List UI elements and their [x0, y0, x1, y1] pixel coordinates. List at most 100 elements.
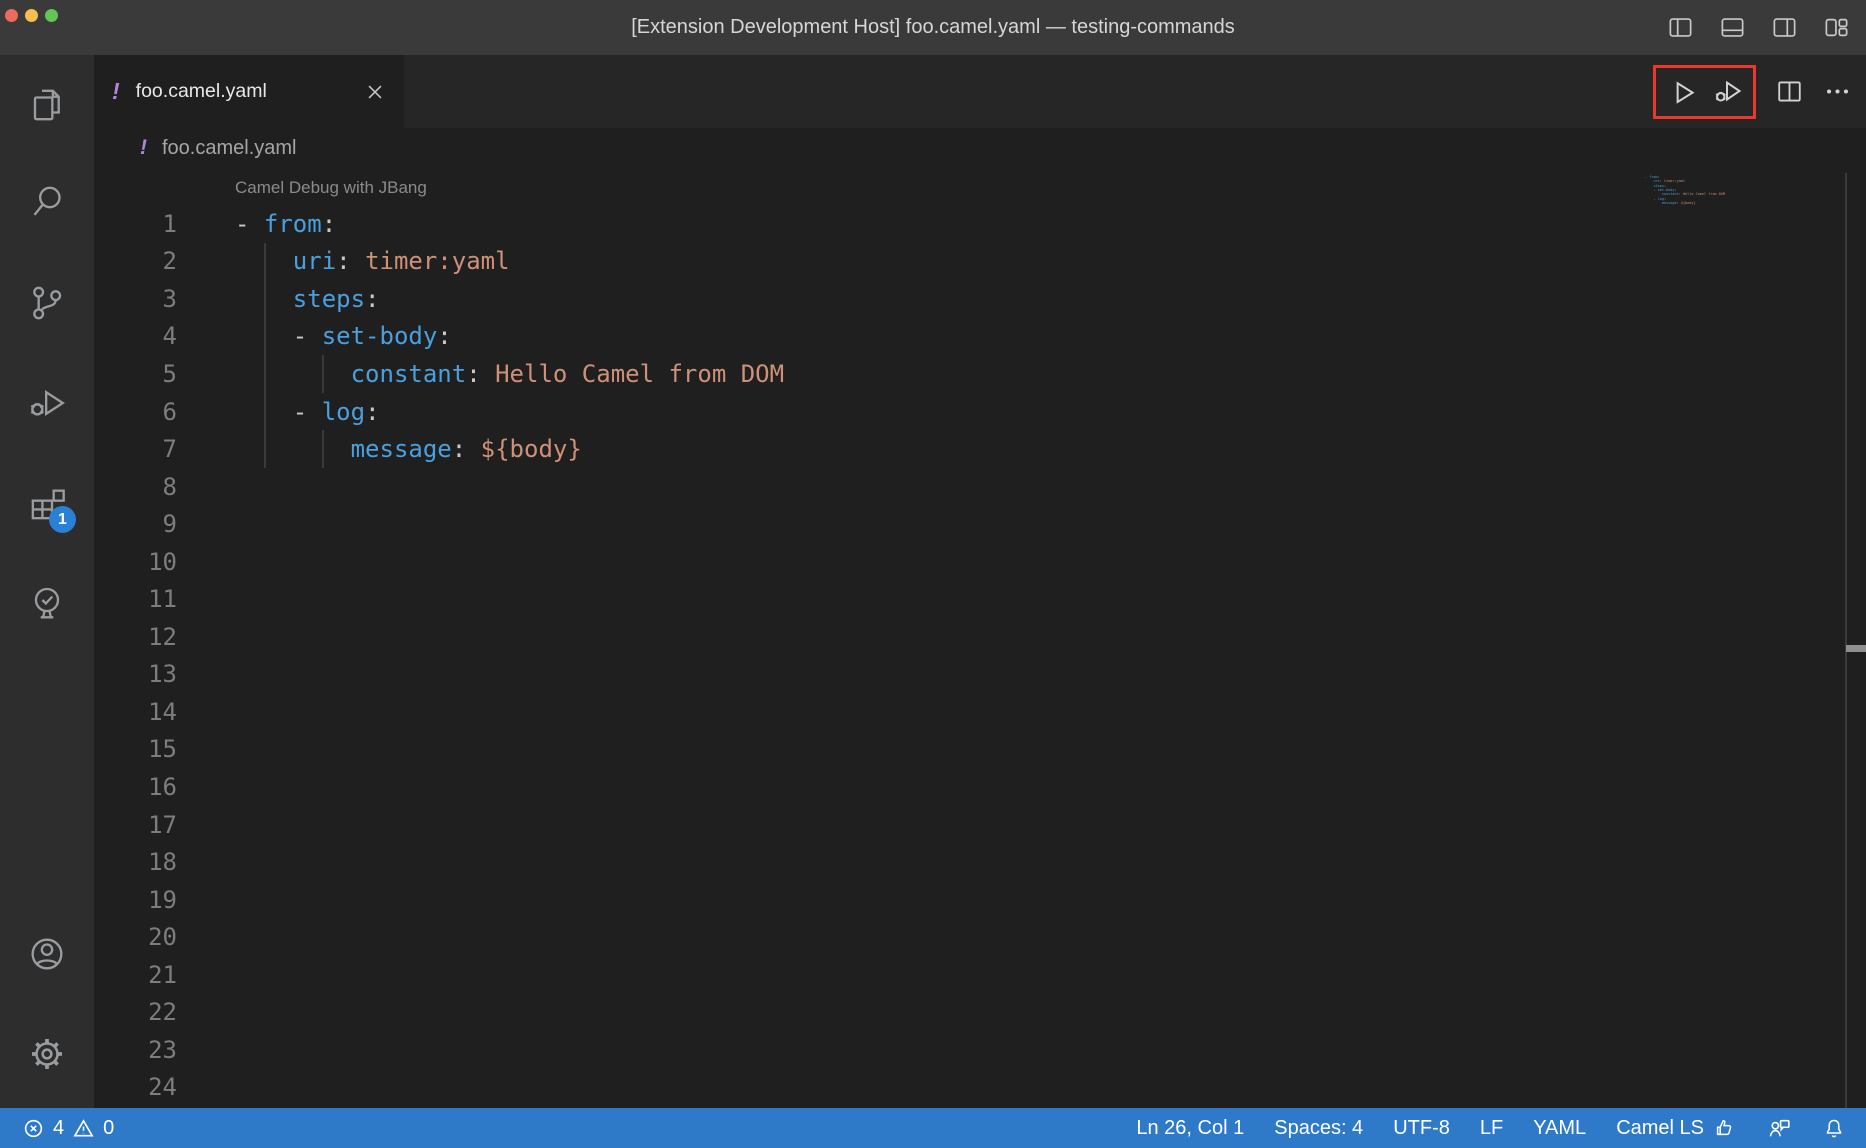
activity-bar: 1	[0, 55, 94, 1108]
language-mode[interactable]: YAML	[1518, 1117, 1601, 1140]
breadcrumb-file[interactable]: foo.camel.yaml	[162, 137, 297, 160]
line-number: 11	[94, 585, 177, 613]
feedback-item[interactable]	[1752, 1116, 1807, 1141]
code-line-10[interactable]: 10	[94, 543, 1836, 581]
code-line-1[interactable]: 1- from:	[94, 205, 1836, 243]
split-editor-button[interactable]	[1775, 77, 1804, 106]
code-line-9[interactable]: 9	[94, 505, 1836, 543]
code-line-23[interactable]: 23	[94, 1031, 1836, 1069]
line-number: 8	[94, 473, 177, 501]
cursor-position[interactable]: Ln 26, Col 1	[1121, 1117, 1259, 1140]
indentation[interactable]: Spaces: 4	[1259, 1117, 1378, 1140]
tab-bar: ! foo.camel.yaml	[94, 55, 1866, 128]
code-line-2[interactable]: 2 uri: timer:yaml	[94, 243, 1836, 281]
debug-run-icon	[1712, 77, 1742, 107]
debug-run-button[interactable]	[1712, 77, 1742, 107]
notifications-item[interactable]	[1807, 1116, 1852, 1140]
line-number: 16	[94, 773, 177, 801]
thumbs-up-icon	[1713, 1116, 1737, 1140]
line-number: 12	[94, 623, 177, 651]
minimap-code[interactable]: - from: uri: timer:yaml steps: - set-bod…	[1645, 175, 1835, 295]
line-number: 19	[94, 886, 177, 914]
code-line-11[interactable]: 11	[94, 580, 1836, 618]
code-line-24[interactable]: 24	[94, 1069, 1836, 1107]
warning-count: 0	[103, 1117, 114, 1140]
line-number: 10	[94, 548, 177, 576]
line-number: 4	[94, 322, 177, 350]
toggle-panel-icon[interactable]	[1719, 14, 1746, 41]
sidebar-item-settings[interactable]	[27, 1034, 67, 1074]
overview-ruler-cursor-mark	[1846, 645, 1866, 652]
window: { "window": { "title": "[Extension Devel…	[0, 0, 1866, 1148]
error-count: 4	[53, 1117, 64, 1140]
editor-actions	[1653, 55, 1852, 128]
line-number: 18	[94, 848, 177, 876]
warning-icon	[72, 1117, 95, 1140]
code-line-21[interactable]: 21	[94, 956, 1836, 994]
indent-guide	[322, 355, 324, 393]
files-icon	[27, 85, 67, 125]
tree-check-icon	[27, 583, 67, 623]
code-line-20[interactable]: 20	[94, 918, 1836, 956]
more-actions-icon	[1823, 77, 1852, 106]
encoding[interactable]: UTF-8	[1378, 1117, 1465, 1140]
run-button[interactable]	[1667, 77, 1697, 107]
account-icon	[27, 934, 67, 974]
status-bar: 4 0 Ln 26, Col 1 Spaces: 4 UTF-8 LF YAML…	[0, 1108, 1866, 1148]
code-line-3[interactable]: 3 steps:	[94, 280, 1836, 318]
breadcrumb[interactable]: ! foo.camel.yaml	[94, 128, 297, 168]
problems-indicator[interactable]: 4 0	[22, 1117, 114, 1140]
sidebar-item-explorer[interactable]	[27, 85, 67, 125]
code-line-16[interactable]: 16	[94, 768, 1836, 806]
gear-icon	[27, 1034, 67, 1074]
sidebar-item-source-control[interactable]	[27, 283, 67, 323]
bell-icon	[1822, 1116, 1846, 1140]
sidebar-item-camel-tests[interactable]	[27, 583, 67, 623]
camel-ls-status[interactable]: Camel LS	[1601, 1116, 1752, 1140]
code-line-12[interactable]: 12	[94, 618, 1836, 656]
codelens-camel-debug[interactable]: Camel Debug with JBang	[235, 174, 427, 202]
line-number: 14	[94, 698, 177, 726]
code-line-13[interactable]: 13	[94, 656, 1836, 694]
code-line-17[interactable]: 17	[94, 806, 1836, 844]
line-number: 24	[94, 1073, 177, 1101]
code-line-19[interactable]: 19	[94, 881, 1836, 919]
code-line-6[interactable]: 6 - log:	[94, 393, 1836, 431]
code-line-18[interactable]: 18	[94, 843, 1836, 881]
yaml-file-icon: !	[112, 78, 120, 105]
line-number: 15	[94, 735, 177, 763]
customize-layout-icon[interactable]	[1823, 14, 1850, 41]
code-line-5[interactable]: 5 constant: Hello Camel from DOM	[94, 355, 1836, 393]
code-line-8[interactable]: 8	[94, 468, 1836, 506]
line-number: 3	[94, 285, 177, 313]
code-line-4[interactable]: 4 - set-body:	[94, 318, 1836, 356]
line-number: 20	[94, 923, 177, 951]
code-line-7[interactable]: 7 message: ${body}	[94, 430, 1836, 468]
sidebar-item-run-and-debug[interactable]	[27, 383, 67, 423]
code-line-22[interactable]: 22	[94, 993, 1836, 1031]
code-rows: 1- from:2 uri: timer:yaml3 steps:4 - set…	[94, 205, 1836, 1106]
toggle-primary-sidebar-icon[interactable]	[1667, 14, 1694, 41]
line-number: 17	[94, 811, 177, 839]
search-icon	[27, 182, 67, 222]
tab-foo-camel-yaml[interactable]: ! foo.camel.yaml	[94, 55, 404, 128]
toggle-secondary-sidebar-icon[interactable]	[1771, 14, 1798, 41]
more-actions-button[interactable]	[1823, 77, 1852, 106]
title-bar: [Extension Development Host] foo.camel.y…	[0, 0, 1866, 55]
line-number: 7	[94, 435, 177, 463]
line-number: 21	[94, 961, 177, 989]
line-number: 22	[94, 998, 177, 1026]
feedback-person-icon	[1767, 1116, 1792, 1141]
close-tab-icon[interactable]	[364, 81, 386, 103]
sidebar-item-search[interactable]	[27, 182, 67, 222]
line-number: 5	[94, 360, 177, 388]
split-editor-icon	[1775, 77, 1804, 106]
window-title: [Extension Development Host] foo.camel.y…	[0, 0, 1866, 55]
sidebar-item-accounts[interactable]	[27, 934, 67, 974]
code-line-14[interactable]: 14	[94, 693, 1836, 731]
code-line-15[interactable]: 15	[94, 731, 1836, 769]
eol-sequence[interactable]: LF	[1465, 1117, 1518, 1140]
indent-guide	[322, 430, 324, 468]
error-icon	[22, 1117, 45, 1140]
sidebar-item-extensions[interactable]: 1	[27, 484, 67, 524]
